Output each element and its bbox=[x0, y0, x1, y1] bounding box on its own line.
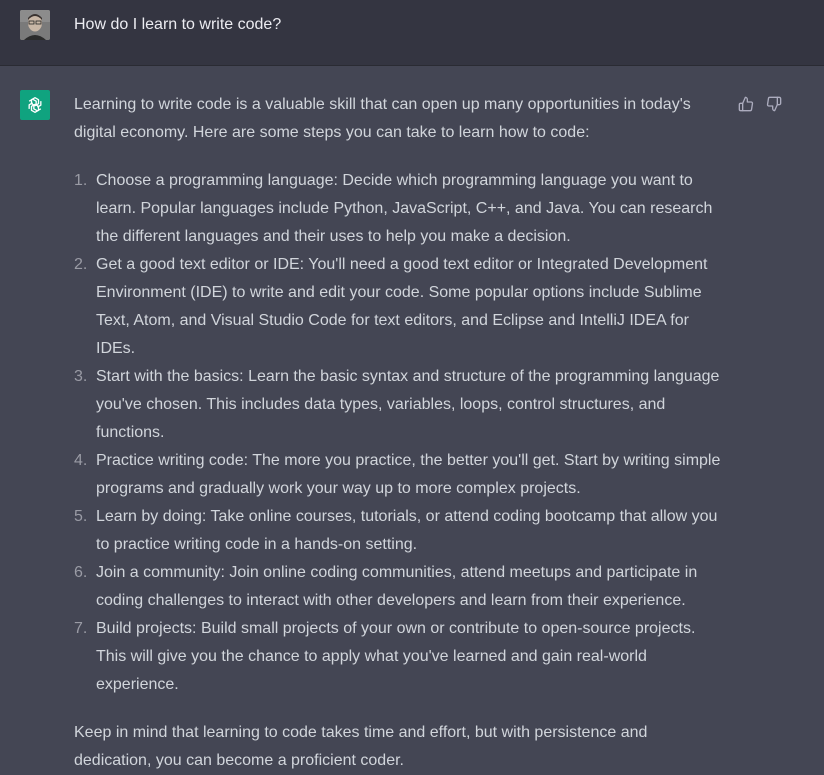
list-item-text: Learn by doing: Take online courses, tut… bbox=[96, 508, 718, 553]
user-message-row: How do I learn to write code? bbox=[0, 0, 824, 66]
thumbs-down-icon bbox=[766, 96, 782, 112]
list-item-text: Practice writing code: The more you prac… bbox=[96, 452, 721, 497]
list-item-text: Start with the basics: Learn the basic s… bbox=[96, 368, 720, 441]
list-item: 2. Get a good text editor or IDE: You'll … bbox=[74, 251, 724, 363]
thumbs-up-icon bbox=[738, 96, 754, 112]
list-item: 7. Build projects: Build small projects o… bbox=[74, 615, 724, 699]
list-item-text: Build projects: Build small projects of … bbox=[96, 620, 696, 693]
list-item: 5. Learn by doing: Take online courses, t… bbox=[74, 503, 724, 559]
assistant-message-row: Learning to write code is a valuable ski… bbox=[0, 66, 824, 769]
list-item-text: Get a good text editor or IDE: You'll ne… bbox=[96, 256, 708, 357]
list-item-number: 1. bbox=[74, 172, 88, 189]
list-item: 4. Practice writing code: The more you pr… bbox=[74, 447, 724, 503]
assistant-message-text: Learning to write code is a valuable ski… bbox=[74, 91, 724, 775]
user-message-text: How do I learn to write code? bbox=[74, 16, 282, 33]
list-item-number: 4. bbox=[74, 452, 88, 469]
thumbs-up-button[interactable] bbox=[736, 94, 756, 114]
user-avatar bbox=[20, 10, 50, 40]
list-item: 6. Join a community: Join online coding c… bbox=[74, 559, 724, 615]
list-item-number: 2. bbox=[74, 256, 88, 273]
list-item-number: 5. bbox=[74, 508, 88, 525]
list-item-text: Join a community: Join online coding com… bbox=[96, 564, 698, 609]
openai-logo-icon bbox=[20, 90, 50, 120]
steps-list: 1. Choose a programming language: Decide … bbox=[74, 167, 724, 699]
list-item-number: 7. bbox=[74, 620, 88, 637]
list-item-number: 3. bbox=[74, 368, 88, 385]
list-item-text: Choose a programming language: Decide wh… bbox=[96, 172, 713, 245]
list-item-number: 6. bbox=[74, 564, 88, 581]
thumbs-down-button[interactable] bbox=[764, 94, 784, 114]
list-item: 1. Choose a programming language: Decide … bbox=[74, 167, 724, 251]
intro-paragraph: Learning to write code is a valuable ski… bbox=[74, 96, 691, 141]
outro-paragraph: Keep in mind that learning to code takes… bbox=[74, 724, 648, 769]
list-item: 3. Start with the basics: Learn the basic… bbox=[74, 363, 724, 447]
